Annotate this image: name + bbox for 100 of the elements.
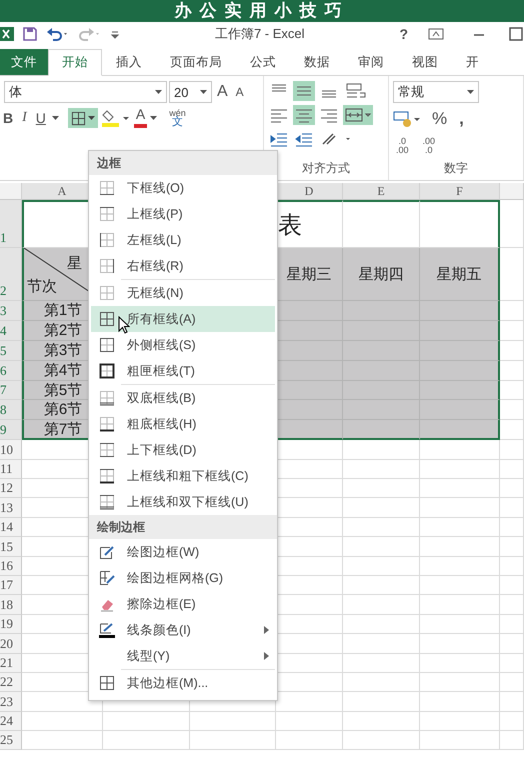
pencil-grid-icon	[99, 570, 115, 586]
cell-text: 第6节	[42, 400, 84, 420]
increase-decimal-button[interactable]: .0 .00	[393, 135, 412, 157]
dropdown-caret-icon[interactable]	[155, 90, 162, 94]
row-header[interactable]: 2	[0, 248, 22, 301]
dropdown-caret-icon	[88, 116, 95, 120]
row-header[interactable]: 17	[0, 576, 22, 596]
row-header[interactable]: 3	[0, 301, 22, 321]
grow-font-button[interactable]: A	[214, 81, 231, 103]
row-header[interactable]: 5	[0, 340, 22, 361]
save-icon[interactable]	[22, 26, 38, 42]
row-header[interactable]: 7	[0, 380, 22, 400]
row-header[interactable]: 15	[0, 537, 22, 557]
border-icon	[99, 258, 115, 274]
row-header[interactable]: 16	[0, 556, 22, 576]
menu-item[interactable]: 双底框线(B)	[91, 385, 275, 411]
row-header[interactable]: 24	[0, 712, 22, 732]
menu-item[interactable]: 上框线和双下框线(U)	[91, 489, 275, 515]
row-header[interactable]: 25	[0, 731, 22, 750]
menu-item[interactable]: 上下框线(D)	[91, 437, 275, 463]
banner-title: 办公实用小技巧	[174, 1, 350, 21]
align-icon[interactable]	[293, 81, 315, 101]
phonetic-guide-button[interactable]: wén 文	[166, 107, 189, 129]
cell-text: 星期三	[286, 264, 332, 284]
border-icon	[99, 416, 115, 432]
help-button[interactable]: ?	[399, 26, 408, 42]
currency-icon[interactable]	[393, 110, 423, 128]
file-tab[interactable]: 文件	[0, 49, 48, 75]
menu-section-header: 边框	[89, 151, 277, 175]
menu-item[interactable]: 左框线(L)	[91, 227, 275, 253]
menu-item[interactable]: 绘图边框网格(G)	[91, 565, 275, 591]
row-header[interactable]: 11	[0, 460, 22, 480]
shrink-font-button[interactable]: A	[232, 82, 247, 102]
column-header[interactable]: F	[420, 183, 500, 200]
table-cell	[500, 712, 524, 732]
italic-button[interactable]: I	[19, 108, 30, 128]
font-name-field[interactable]: 体	[4, 81, 167, 103]
border-icon	[99, 285, 115, 301]
border-icon	[99, 363, 115, 379]
cell-text: 星期四	[358, 264, 404, 284]
decrease-decimal-button[interactable]: .00 .0	[420, 135, 438, 157]
border-icon	[70, 110, 86, 126]
menu-item[interactable]: 右框线(R)	[91, 253, 275, 279]
table-cell	[500, 400, 524, 420]
column-header[interactable]: E	[343, 183, 420, 200]
percent-button[interactable]: %	[429, 107, 450, 131]
borders-button[interactable]	[68, 108, 98, 128]
menu-item[interactable]: 上框线(P)	[91, 201, 275, 227]
menu-item[interactable]: 粗底框线(H)	[91, 411, 275, 437]
menu-item[interactable]: 外侧框线(S)	[91, 332, 275, 358]
table-cell	[500, 537, 524, 557]
table-cell	[276, 731, 343, 750]
menu-item[interactable]: 所有框线(A)	[91, 306, 275, 332]
menu-item[interactable]: 粗匣框线(T)	[91, 358, 275, 384]
row-header[interactable]: 14	[0, 518, 22, 538]
table-cell	[500, 634, 524, 654]
menu-item[interactable]: 无框线(N)	[91, 280, 275, 306]
ribbon-tab[interactable]: 开始	[48, 49, 102, 76]
row-header[interactable]: 1	[0, 200, 22, 248]
table-cell	[500, 692, 524, 712]
cell-text: 节次	[27, 277, 57, 296]
row-header[interactable]: 12	[0, 479, 22, 498]
border-icon	[99, 442, 115, 458]
comma-button[interactable]: ,	[456, 107, 467, 131]
font-size-field[interactable]: 20	[169, 81, 212, 103]
undo-icon[interactable]	[46, 26, 70, 42]
row-header[interactable]: 4	[0, 320, 22, 341]
row-header[interactable]: 19	[0, 614, 22, 634]
dropdown-caret-icon[interactable]	[150, 116, 158, 120]
menu-item[interactable]: 上框线和粗下框线(C)	[91, 463, 275, 489]
column-header[interactable]: D	[276, 183, 343, 200]
menu-item[interactable]: 擦除边框(E)	[91, 591, 275, 617]
dropdown-caret-icon[interactable]	[52, 116, 59, 120]
row-header[interactable]: 6	[0, 360, 22, 381]
align-icon[interactable]	[293, 105, 315, 125]
bold-button[interactable]: B	[0, 108, 16, 128]
dropdown-caret-icon[interactable]	[467, 90, 474, 94]
row-header[interactable]: 8	[0, 400, 22, 420]
number-format-field[interactable]: 常规	[393, 81, 479, 103]
merge-center-icon[interactable]	[343, 105, 373, 125]
menu-item[interactable]: 线条颜色(I)	[91, 617, 275, 643]
row-header[interactable]: 9	[0, 420, 22, 440]
menu-item[interactable]: 绘图边框(W)	[91, 539, 275, 565]
row-header[interactable]: 10	[0, 440, 22, 460]
menu-item[interactable]: 线型(Y)	[91, 643, 275, 669]
row-header[interactable]: 21	[0, 654, 22, 673]
fill-color-icon[interactable]	[100, 109, 131, 127]
row-header[interactable]: 18	[0, 595, 22, 615]
pencil-line-color-icon	[99, 622, 115, 638]
row-header[interactable]: 22	[0, 672, 22, 692]
font-color-button[interactable]: A	[134, 108, 148, 128]
dropdown-caret-icon[interactable]	[200, 90, 207, 94]
row-header[interactable]: 13	[0, 498, 22, 518]
table-cell	[500, 576, 524, 596]
group-label: 对齐方式	[301, 160, 351, 177]
row-header[interactable]: 20	[0, 634, 22, 654]
row-header[interactable]: 23	[0, 692, 22, 712]
menu-item[interactable]: 其他边框(M)...	[91, 670, 275, 696]
table-cell	[500, 460, 524, 480]
underline-button[interactable]: U	[32, 108, 49, 128]
